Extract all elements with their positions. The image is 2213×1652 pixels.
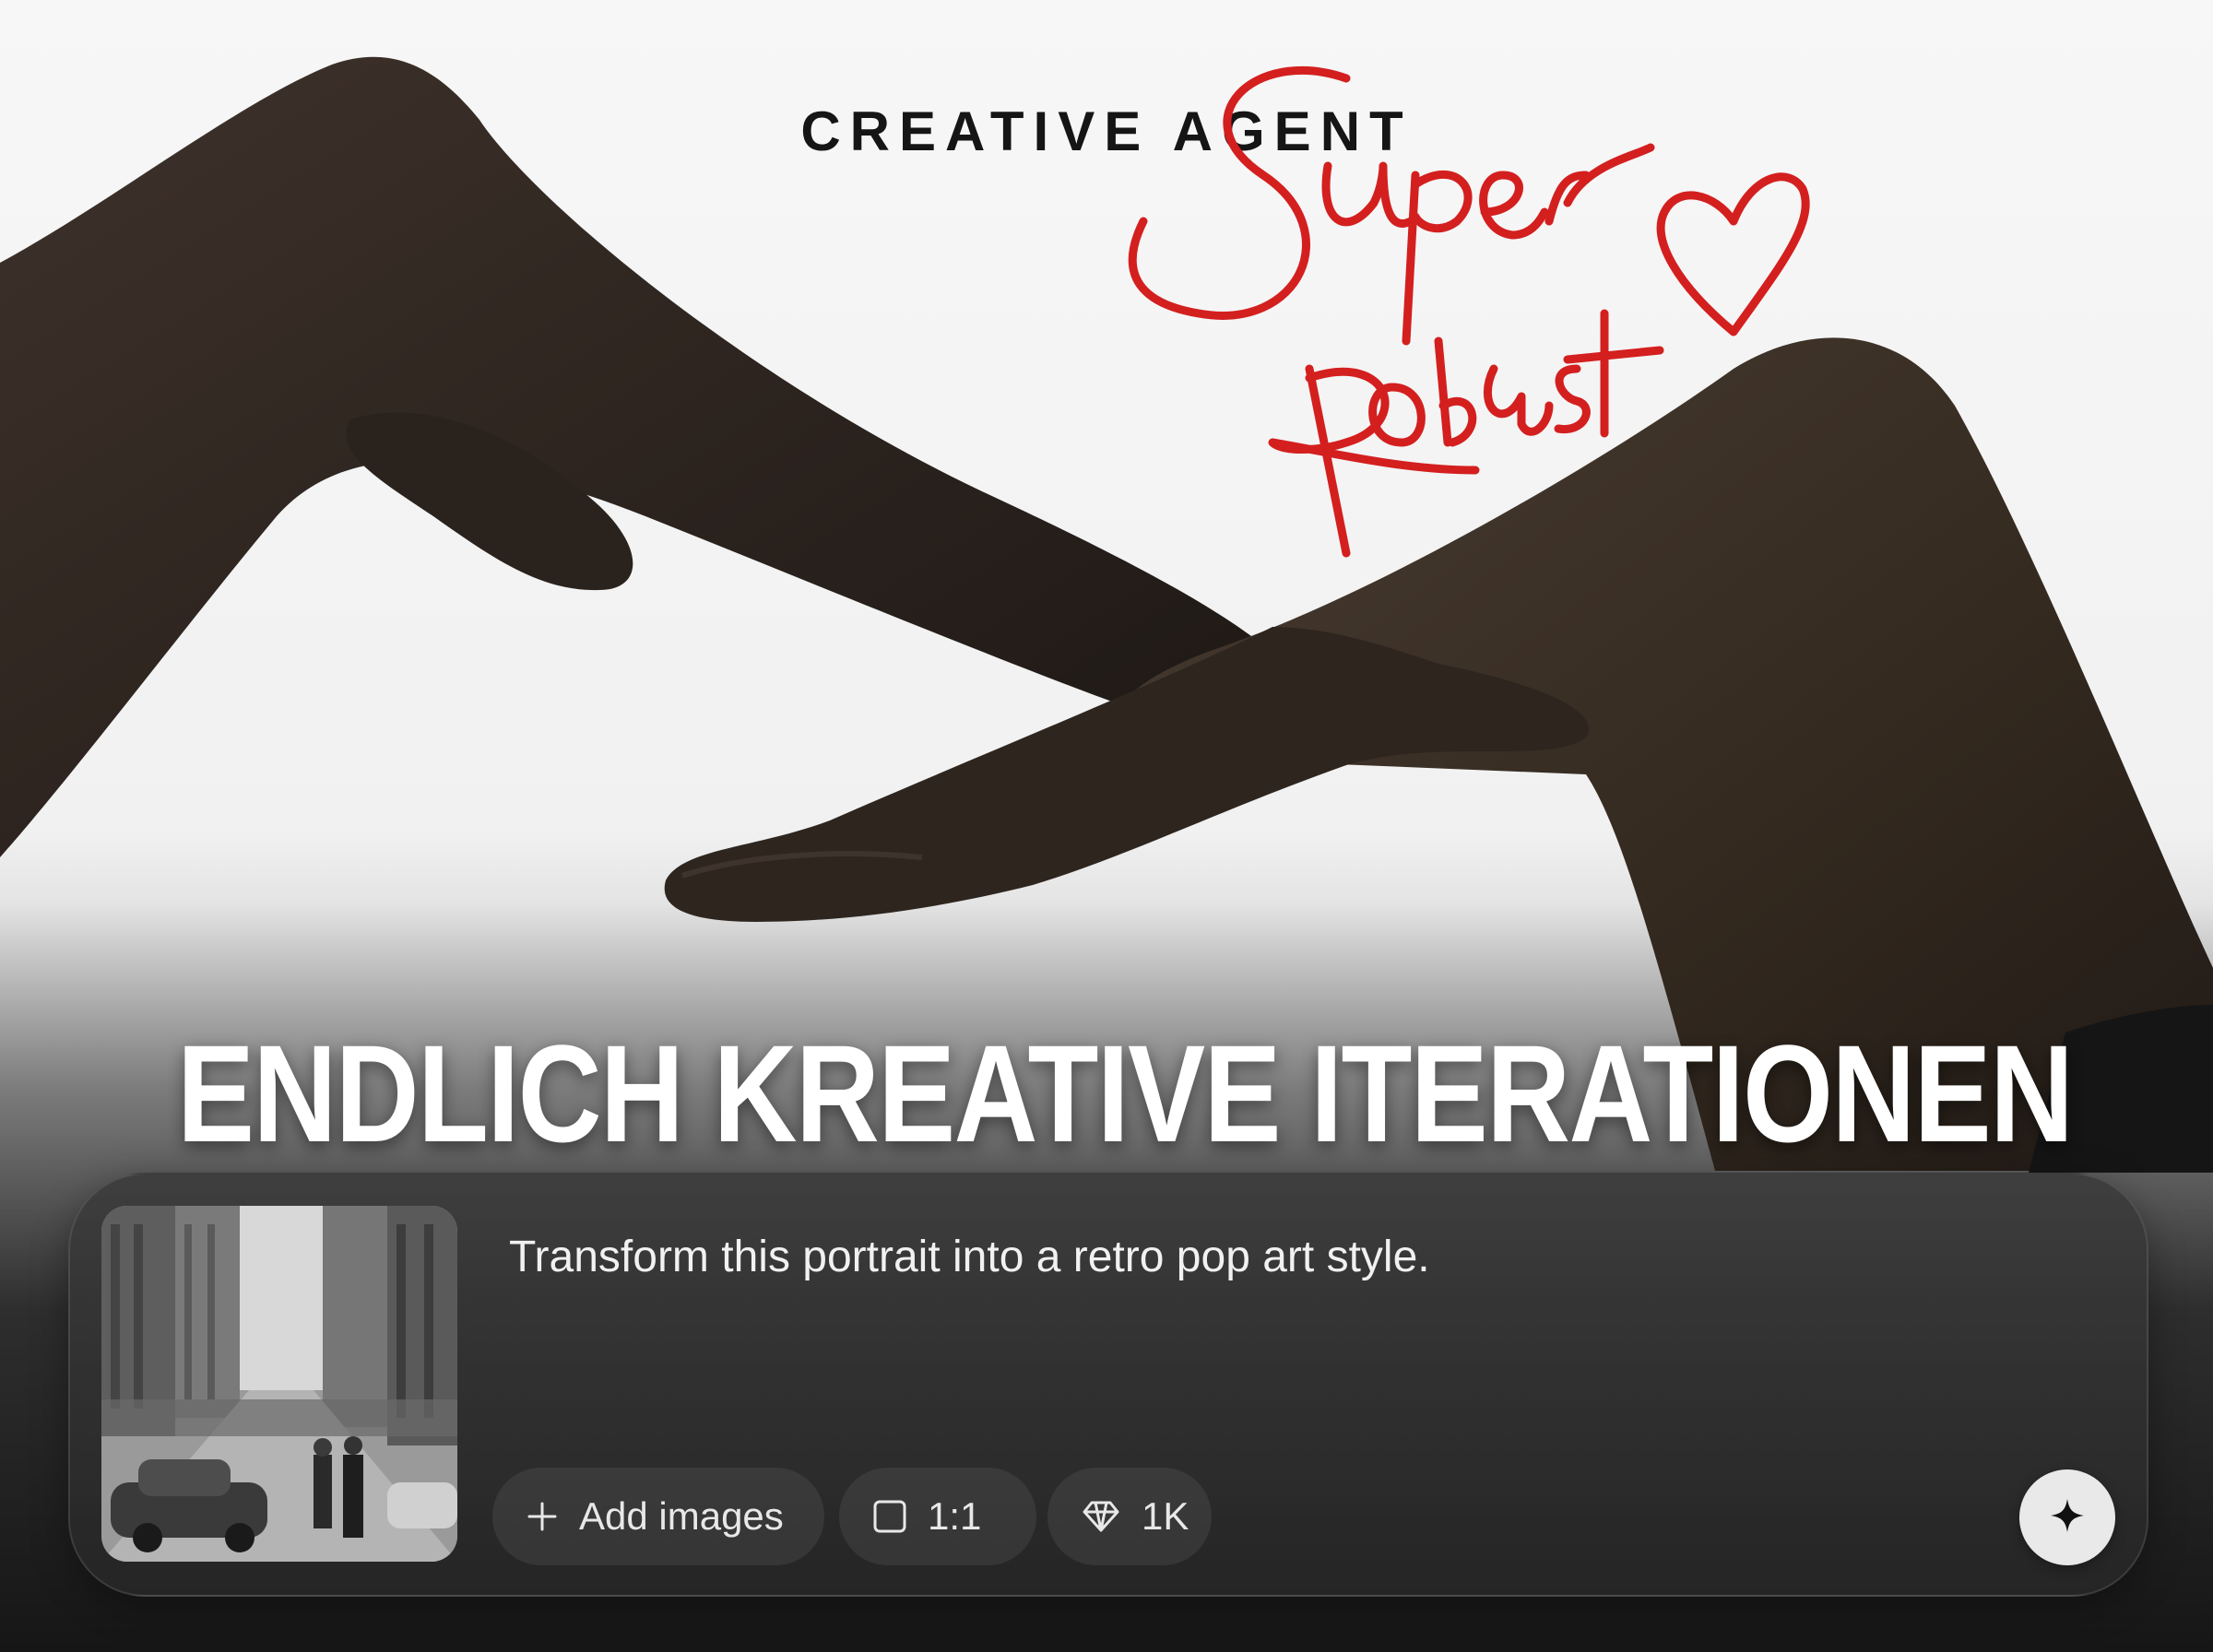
add-images-button[interactable]: Add images xyxy=(492,1468,824,1565)
aspect-ratio-button[interactable]: 1:1 xyxy=(839,1468,1036,1565)
reference-image-thumbnail[interactable] xyxy=(101,1206,457,1562)
plus-icon xyxy=(526,1500,559,1533)
prompt-text[interactable]: Transform this portrait into a retro pop… xyxy=(509,1232,1430,1282)
aspect-ratio-label: 1:1 xyxy=(928,1494,982,1538)
signature-scribble xyxy=(1128,65,1810,558)
headline: ENDLICH KREATIVE ITERATIONEN xyxy=(177,1016,2074,1171)
diamond-icon xyxy=(1081,1499,1121,1534)
generate-button[interactable] xyxy=(2019,1469,2115,1565)
square-icon xyxy=(872,1499,907,1534)
resolution-label: 1K xyxy=(1142,1494,1189,1538)
sparkle-icon xyxy=(2047,1495,2088,1540)
prompt-composer: Transform this portrait into a retro pop… xyxy=(68,1173,2148,1597)
resolution-button[interactable]: 1K xyxy=(1047,1468,1212,1565)
add-images-label: Add images xyxy=(579,1494,784,1538)
